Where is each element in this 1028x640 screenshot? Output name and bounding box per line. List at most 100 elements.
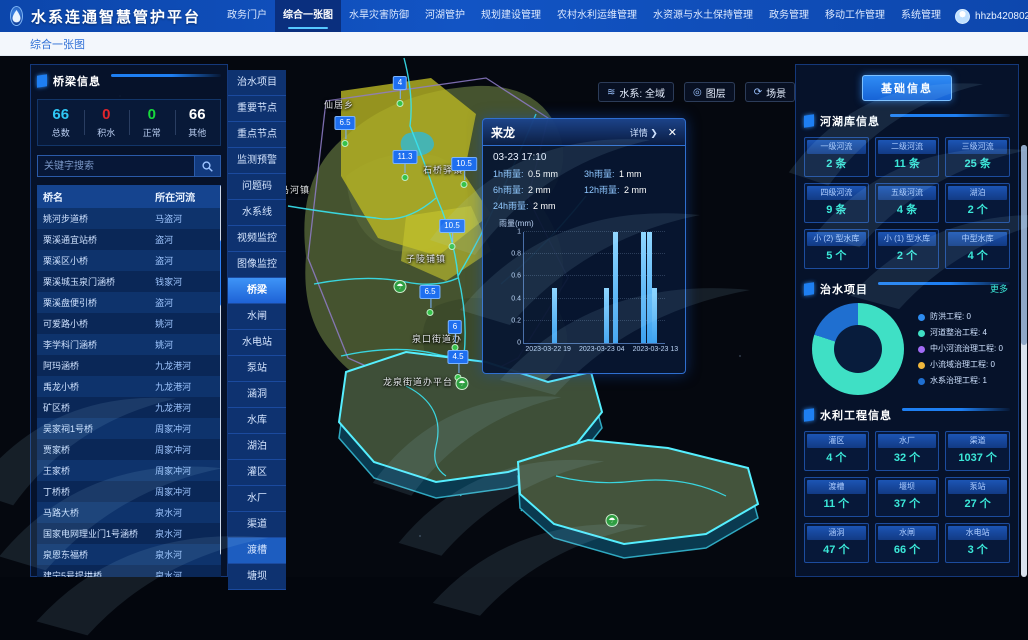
layer-item-涵洞[interactable]: 涵洞 — [228, 382, 286, 408]
layer-item-泵站[interactable]: 泵站 — [228, 356, 286, 382]
table-row[interactable]: 泉恩东福桥泉水河 — [37, 544, 221, 565]
layer-item-灌区[interactable]: 灌区 — [228, 460, 286, 486]
table-scrollbar-thumb[interactable] — [220, 240, 221, 306]
table-row[interactable]: 建宁5号提拱桥泉水河 — [37, 565, 221, 577]
water-level-marker[interactable]: 6 — [448, 320, 462, 334]
layer-item-治水项目[interactable]: 治水项目 — [228, 70, 286, 96]
layer-item-视频监控[interactable]: 视频监控 — [228, 226, 286, 252]
water-level-marker[interactable]: 11.3 — [393, 150, 418, 164]
layer-item-塘坝[interactable]: 塘坝 — [228, 564, 286, 590]
table-row[interactable]: 王家桥周家冲河 — [37, 460, 221, 481]
info-card: 水闸66 个 — [875, 523, 940, 563]
card-label: 水闸 — [878, 526, 937, 540]
topnav-item[interactable]: 政务管理 — [761, 0, 817, 32]
water-level-marker[interactable]: 6.5 — [419, 285, 440, 299]
card-label: 渡槽 — [807, 480, 866, 494]
water-level-marker[interactable]: 10.5 — [451, 157, 477, 171]
table-row[interactable]: 栗溪盘便引桥盗河 — [37, 292, 221, 313]
river-name-cell: 泉水河 — [151, 569, 221, 577]
layer-item-湖泊[interactable]: 湖泊 — [228, 434, 286, 460]
layer-item-渠道[interactable]: 渠道 — [228, 512, 286, 538]
layer-item-水系线[interactable]: 水系线 — [228, 200, 286, 226]
table-row[interactable]: 矿区桥九龙港河 — [37, 397, 221, 418]
y-tick-label: 0.8 — [511, 251, 521, 258]
table-row[interactable]: 阿玛涵桥九龙港河 — [37, 355, 221, 376]
table-row[interactable]: 吴家祠1号桥周家冲河 — [37, 418, 221, 439]
layer-item-重点节点[interactable]: 重点节点 — [228, 122, 286, 148]
info-card: 四级河流9 条 — [804, 183, 869, 223]
topnav-item[interactable]: 系统管理 — [893, 0, 949, 32]
rain-station-icon[interactable]: ☂ — [394, 280, 407, 293]
table-row[interactable]: 栗溪通宜站桥盗河 — [37, 229, 221, 250]
bridge-name-cell: 栗溪区小桥 — [37, 254, 151, 267]
water-level-marker[interactable]: 6.5 — [334, 116, 355, 130]
water-projects-section: 治水项目 更多 防洪工程: 0河道整治工程: 4中小河流治理工程: 0小流域治理… — [804, 281, 1010, 395]
bridge-name-cell: 王家桥 — [37, 464, 151, 477]
water-level-marker[interactable]: 4.5 — [447, 350, 468, 364]
table-row[interactable]: 马路大桥泉水河 — [37, 502, 221, 523]
search-input[interactable] — [37, 155, 195, 177]
table-row[interactable]: 丁桥桥周家冲河 — [37, 481, 221, 502]
rain-station-icon[interactable]: ☂ — [606, 514, 619, 527]
rainfall-bar-chart: 雨量(mm) 00.20.40.60.812023-03-22 192023-0… — [497, 218, 671, 360]
table-row[interactable]: 栗溪城玉泉门涵桥钱家河 — [37, 271, 221, 292]
card-value: 66 个 — [878, 540, 937, 560]
topnav-item[interactable]: 移动工作管理 — [817, 0, 893, 32]
user-account[interactable]: hhzb42080201 ∨ — [955, 9, 1028, 24]
y-tick-label: 0.2 — [511, 317, 521, 324]
table-row[interactable]: 国家电网理业门1号涵桥泉水河 — [37, 523, 221, 544]
more-link[interactable]: 更多 — [990, 282, 1008, 295]
layer-item-水闸[interactable]: 水闸 — [228, 304, 286, 330]
bridge-name-cell: 马路大桥 — [37, 506, 151, 519]
basic-info-button[interactable]: 基础信息 — [862, 75, 952, 101]
topnav-item[interactable]: 水旱灾害防御 — [341, 0, 417, 32]
table-row[interactable]: 栗溪区小桥盗河 — [37, 250, 221, 271]
table-row[interactable]: 禹龙小桥九龙港河 — [37, 376, 221, 397]
breadcrumb[interactable]: 综合一张图 — [30, 36, 85, 52]
layer-item-水电站[interactable]: 水电站 — [228, 330, 286, 356]
search-button[interactable] — [195, 155, 221, 177]
topnav-item[interactable]: 河湖管护 — [417, 0, 473, 32]
bridge-name-cell: 李学科门涵桥 — [37, 338, 151, 351]
bridge-stat: 66其他 — [175, 106, 221, 139]
layer-item-渡槽[interactable]: 渡槽 — [228, 538, 286, 564]
layer-item-重要节点[interactable]: 重要节点 — [228, 96, 286, 122]
table-row[interactable]: 贾家桥周家冲河 — [37, 439, 221, 460]
topnav-item[interactable]: 农村水利运维管理 — [549, 0, 645, 32]
topnav-item[interactable]: 水资源与水土保持管理 — [645, 0, 761, 32]
popup-detail-link[interactable]: 详情 ❯ — [630, 126, 658, 139]
rain-metric: 1h雨量: 0.5 mm — [493, 167, 584, 180]
page-scrollbar-thumb[interactable] — [1021, 145, 1027, 345]
table-row[interactable]: 姚河步道桥马盗河 — [37, 208, 221, 229]
layer-item-水库[interactable]: 水库 — [228, 408, 286, 434]
topnav-item[interactable]: 综合一张图 — [275, 0, 341, 32]
info-card: 小 (2) 型水库5 个 — [804, 229, 869, 269]
page-scrollbar[interactable] — [1021, 145, 1027, 577]
water-level-marker[interactable]: 10.5 — [439, 219, 465, 233]
col-river-name: 所在河流 — [151, 189, 221, 204]
info-card: 灌区4 个 — [804, 431, 869, 471]
topnav-item[interactable]: 规划建设管理 — [473, 0, 549, 32]
info-card: 泵站27 个 — [945, 477, 1010, 517]
layers-button[interactable]: ◎ 图层 — [684, 82, 735, 102]
rain-station-icon[interactable]: ☂ — [456, 377, 469, 390]
info-card: 渡槽11 个 — [804, 477, 869, 517]
bridge-name-cell: 栗溪通宜站桥 — [37, 233, 151, 246]
layer-item-水厂[interactable]: 水厂 — [228, 486, 286, 512]
topnav-item[interactable]: 政务门户 — [219, 0, 275, 32]
close-icon[interactable]: ✕ — [668, 126, 677, 139]
legend-text: 小流域治理工程: 0 — [930, 357, 995, 373]
table-row[interactable]: 可爱路小桥姚河 — [37, 313, 221, 334]
layer-item-图像监控[interactable]: 图像监控 — [228, 252, 286, 278]
table-row[interactable]: 李学科门涵桥姚河 — [37, 334, 221, 355]
hydraulic-works-section: 水利工程信息 灌区4 个水厂32 个渠道1037 个渡槽11 个堰坝37 个泵站… — [804, 407, 1010, 563]
water-level-marker[interactable]: 4 — [393, 76, 407, 90]
rain-metric-value: 0.5 mm — [526, 169, 559, 179]
layer-item-问题码[interactable]: 问题码 — [228, 174, 286, 200]
table-scrollbar[interactable] — [220, 185, 221, 555]
layer-item-监测预警[interactable]: 监测预警 — [228, 148, 286, 174]
scene-button[interactable]: ⟳ 场景 — [745, 82, 795, 102]
card-label: 一级河流 — [807, 140, 866, 154]
watersystem-scope-button[interactable]: ≋ 水系: 全域 — [598, 82, 674, 102]
layer-item-桥梁[interactable]: 桥梁 — [228, 278, 286, 304]
